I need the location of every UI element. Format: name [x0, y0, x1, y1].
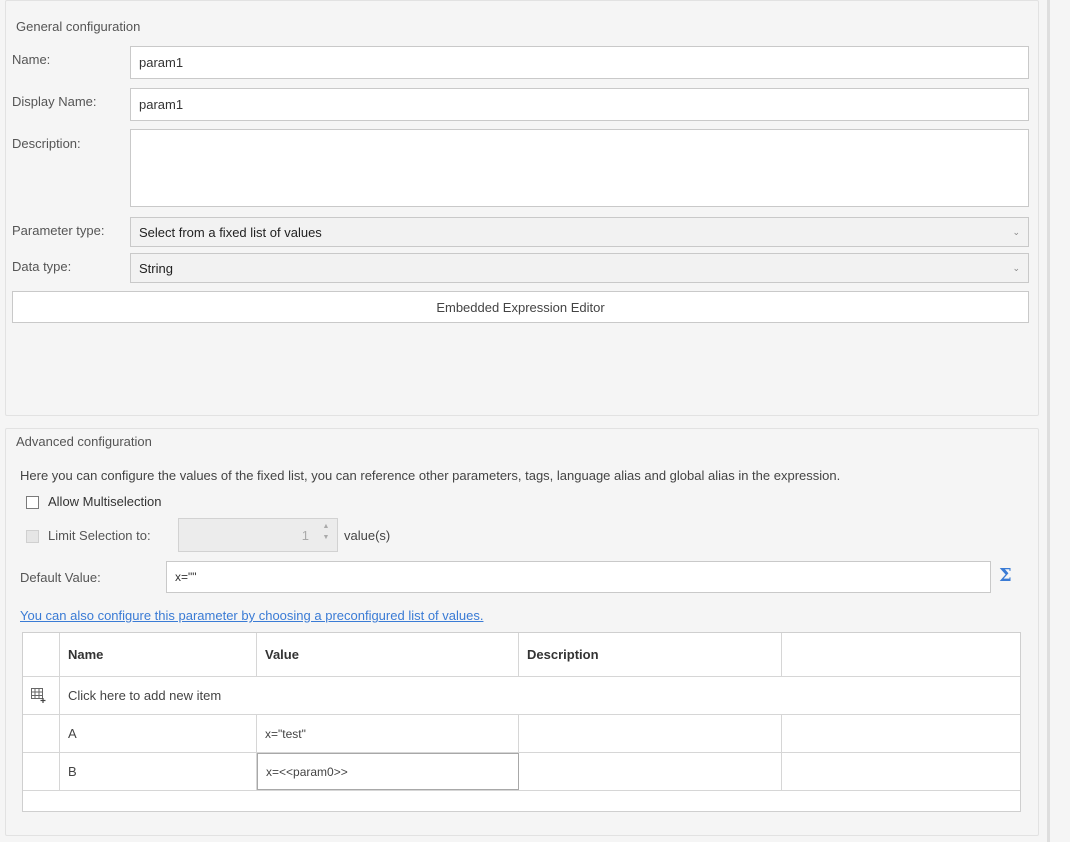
data-type-value: String [139, 260, 173, 276]
parameter-type-select[interactable]: Select from a fixed list of values ⌄ [130, 217, 1029, 247]
add-new-item-row[interactable]: Click here to add new item [23, 677, 1020, 715]
stepper-down-icon[interactable]: ▼ [321, 532, 331, 543]
preconfigured-list-link[interactable]: You can also configure this parameter by… [20, 608, 483, 623]
add-row-icon-cell [23, 677, 60, 714]
grid-empty-space [23, 791, 1020, 811]
cell-value[interactable]: x="test" [257, 715, 519, 752]
grid-header-row: Name Value Description [23, 633, 1020, 677]
parameter-type-value: Select from a fixed list of values [139, 224, 322, 240]
advanced-help-text: Here you can configure the values of the… [20, 468, 841, 483]
cell-value[interactable]: x=<<param0>> [257, 753, 519, 790]
add-new-item-label[interactable]: Click here to add new item [60, 677, 1020, 714]
display-name-field[interactable]: param1 [130, 88, 1029, 121]
data-type-label: Data type: [12, 259, 72, 274]
default-value-label: Default Value: [20, 570, 101, 585]
limit-selection-unit: value(s) [344, 528, 391, 543]
cell-name[interactable]: A [60, 715, 257, 752]
stepper-arrows: ▲ ▼ [321, 521, 331, 543]
description-field[interactable] [130, 129, 1029, 207]
advanced-config-title: Advanced configuration [16, 434, 152, 449]
row-indicator [23, 753, 60, 790]
cell-description[interactable] [519, 715, 782, 752]
cell-extra [782, 715, 1020, 752]
general-config-title: General configuration [16, 19, 141, 34]
description-label: Description: [12, 136, 81, 151]
row-indicator [23, 715, 60, 752]
sigma-icon[interactable]: Σ [999, 565, 1012, 586]
chevron-down-icon: ⌄ [1012, 262, 1020, 273]
limit-selection-stepper[interactable]: 1 ▲ ▼ [178, 518, 338, 552]
allow-multiselection-label[interactable]: Allow Multiselection [48, 494, 161, 509]
chevron-down-icon: ⌄ [1012, 226, 1020, 237]
limit-selection-value: 1 [301, 527, 309, 543]
cell-extra [782, 753, 1020, 790]
values-grid: Name Value Description Click here to add… [22, 632, 1021, 812]
cell-description[interactable] [519, 753, 782, 790]
allow-multiselection-checkbox[interactable] [26, 496, 39, 509]
embedded-expression-editor-button[interactable]: Embedded Expression Editor [12, 291, 1029, 323]
display-name-label: Display Name: [12, 94, 97, 109]
column-header-value[interactable]: Value [257, 633, 519, 676]
parameter-type-label: Parameter type: [12, 223, 105, 238]
column-header-description[interactable]: Description [519, 633, 782, 676]
cell-name[interactable]: B [60, 753, 257, 790]
name-label: Name: [12, 52, 51, 67]
name-field[interactable]: param1 [130, 46, 1029, 79]
data-type-select[interactable]: String ⌄ [130, 253, 1029, 283]
column-header-extra[interactable] [782, 633, 1020, 676]
add-row-icon [31, 688, 46, 703]
row-indicator-header [23, 633, 60, 676]
table-row[interactable]: B x=<<param0>> [23, 753, 1020, 791]
limit-selection-checkbox[interactable] [26, 530, 39, 543]
default-value-field[interactable]: x="" [166, 561, 991, 593]
stepper-up-icon[interactable]: ▲ [321, 521, 331, 532]
right-scroll-gutter [1047, 0, 1050, 842]
limit-selection-label[interactable]: Limit Selection to: [48, 528, 151, 543]
column-header-name[interactable]: Name [60, 633, 257, 676]
table-row[interactable]: A x="test" [23, 715, 1020, 753]
